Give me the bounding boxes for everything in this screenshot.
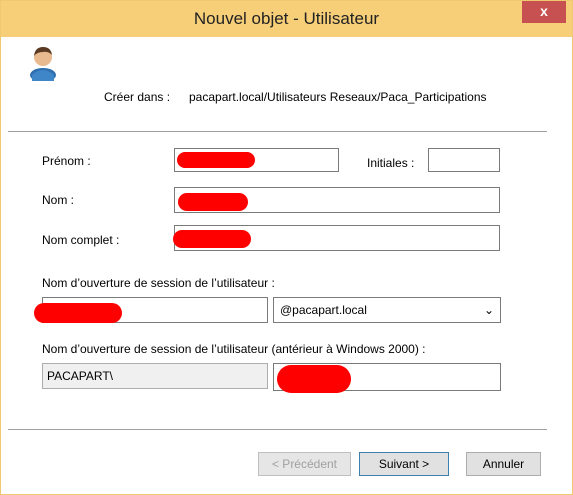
last-name-label: Nom : <box>42 193 75 207</box>
window-title: Nouvel objet - Utilisateur <box>193 9 380 28</box>
pre2000-logon-label: Nom d’ouverture de session de l’utilisat… <box>42 342 426 356</box>
redaction-mark <box>173 230 251 248</box>
pre2000-domain-field <box>42 363 268 389</box>
logon-name-label: Nom d’ouverture de session de l’utilisat… <box>42 276 275 290</box>
previous-button[interactable]: < Précédent <box>258 452 351 476</box>
chevron-down-icon: ⌄ <box>483 303 494 317</box>
redaction-mark <box>177 152 255 168</box>
user-icon <box>30 47 56 81</box>
create-in-path: pacapart.local/Utilisateurs Reseaux/Paca… <box>189 90 487 104</box>
next-button[interactable]: Suivant > <box>359 452 449 476</box>
redaction-mark <box>34 303 122 323</box>
create-in-label: Créer dans : <box>104 90 171 104</box>
redaction-mark <box>178 193 248 211</box>
footer-separator <box>8 429 547 431</box>
full-name-label: Nom complet : <box>42 233 120 247</box>
close-button[interactable]: x <box>522 1 566 23</box>
title-bar[interactable]: Nouvel objet - Utilisateur x <box>1 1 572 37</box>
domain-select[interactable]: @pacapart.local ⌄ <box>273 297 501 323</box>
cancel-button[interactable]: Annuler <box>466 452 541 476</box>
initials-label: Initiales : <box>367 156 415 170</box>
redaction-mark <box>277 365 351 393</box>
close-icon: x <box>540 3 548 19</box>
first-name-label: Prénom : <box>42 154 91 168</box>
initials-field[interactable] <box>428 148 500 172</box>
header-separator <box>8 131 547 133</box>
domain-select-value: @pacapart.local <box>280 303 367 317</box>
